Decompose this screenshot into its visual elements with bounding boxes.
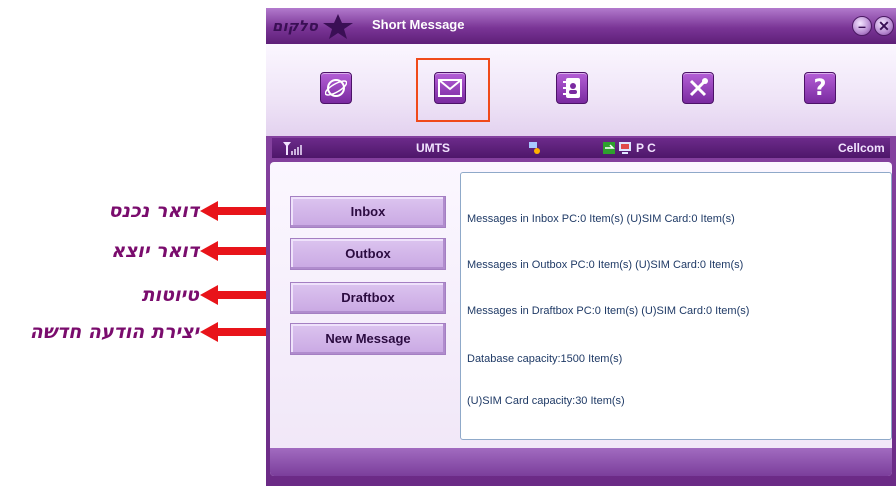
internet-button[interactable] [320,72,352,104]
database-capacity-text: Database capacity:1500 Item(s) [467,353,623,365]
operator-name: Cellcom [838,141,885,155]
sync-icon [603,142,615,154]
annotation-draftbox: טיוטות [0,283,286,307]
help-button[interactable]: ? [804,72,836,104]
annotation-draftbox-label: טיוטות [141,284,199,306]
cellcom-logo: סלקום [272,12,356,40]
settings-button[interactable] [682,72,714,104]
phonebook-icon [563,78,580,98]
annotation-outbox: דואר יוצא [0,239,286,263]
window-title: Short Message [372,17,465,32]
help-icon: ? [813,75,827,101]
annotation-new-message-label: יצירת הודעה חדשה [29,321,199,343]
draftbox-count-text: Messages in Draftbox PC:0 Item(s) (U)SIM… [467,305,750,317]
close-button[interactable]: ✕ [874,16,894,36]
annotation-outbox-label: דואר יוצא [111,240,199,262]
draftbox-button[interactable]: Draftbox [290,282,446,314]
annotation-inbox-label: דואר נכנס [108,200,199,222]
phonebook-button[interactable] [556,72,588,104]
signal-strength-icon [283,142,302,155]
toolbar: ? [266,44,896,136]
app-window: סלקום Short Message – ✕ ? UMTS P C Cellc… [266,8,896,486]
pc-icon [619,142,631,154]
annotation-inbox: דואר נכנס [0,199,286,223]
tools-icon [689,78,708,97]
main-panel: Inbox Outbox Draftbox New Message Messag… [270,162,892,476]
logo-text: סלקום [272,17,318,35]
minimize-button[interactable]: – [852,16,872,36]
pc-label: P C [636,141,656,155]
title-bar[interactable]: סלקום Short Message – ✕ [266,8,896,44]
message-summary-panel: Messages in Inbox PC:0 Item(s) (U)SIM Ca… [460,172,892,440]
outbox-count-text: Messages in Outbox PC:0 Item(s) (U)SIM C… [467,259,744,271]
star-logo-icon [322,14,353,39]
inbox-count-text: Messages in Inbox PC:0 Item(s) (U)SIM Ca… [467,213,735,225]
panel-footer-decoration [270,448,892,476]
sms-button[interactable] [434,72,466,104]
outbox-button[interactable]: Outbox [290,238,446,270]
new-message-button[interactable]: New Message [290,323,446,355]
network-type: UMTS [416,141,450,155]
envelope-icon [438,79,462,97]
globe-icon [325,79,347,97]
sim-capacity-text: (U)SIM Card capacity:30 Item(s) [467,395,625,407]
status-bar: UMTS P C Cellcom [272,138,890,158]
annotation-new-message: יצירת הודעה חדשה [0,320,286,344]
connection-icon [529,142,540,154]
inbox-button[interactable]: Inbox [290,196,446,228]
